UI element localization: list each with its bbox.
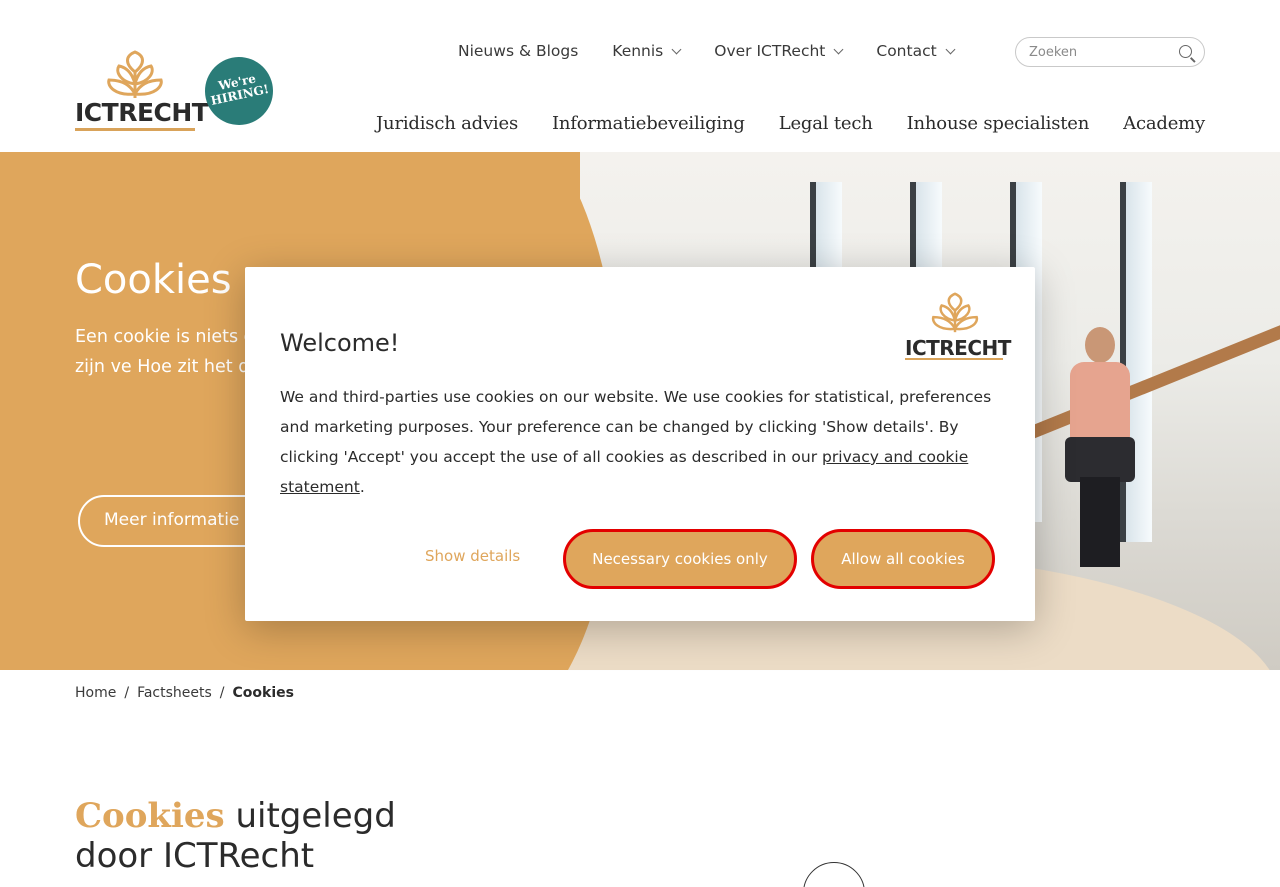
ictrecht-logo[interactable]: ICTRECHT xyxy=(75,50,209,134)
person-skirt xyxy=(1065,437,1135,482)
logo-underline xyxy=(75,128,195,131)
search-icon[interactable] xyxy=(1179,45,1192,58)
tree-logo-icon xyxy=(107,50,163,98)
person-figure xyxy=(1050,322,1150,572)
chevron-down-icon xyxy=(945,44,956,54)
breadcrumb-home[interactable]: Home xyxy=(75,685,116,701)
chevron-down-icon xyxy=(671,44,682,54)
breadcrumb: Home / Factsheets / Cookies xyxy=(75,685,294,701)
tree-logo-icon xyxy=(931,292,979,333)
topnav-item-over[interactable]: Over ICTRecht xyxy=(714,42,844,60)
person-torso xyxy=(1070,362,1130,442)
topnav-item-nieuws[interactable]: Nieuws & Blogs xyxy=(458,42,578,60)
chevron-down-icon xyxy=(833,44,844,54)
page-title: Cookies uitgelegd door ICTRecht xyxy=(75,796,396,876)
dialog-logo: ICTRECHT xyxy=(905,292,1011,362)
logo-text: ICTRECHT xyxy=(75,98,209,127)
breadcrumb-separator: / xyxy=(219,685,225,701)
dialog-body-suffix: . xyxy=(359,478,365,496)
cookie-consent-dialog: Welcome! ICTRECHT We and third-parties u… xyxy=(245,267,1035,621)
topnav-label: Kennis xyxy=(612,42,664,60)
dialog-logo-text: ICTRECHT xyxy=(905,336,1011,360)
breadcrumb-current: Cookies xyxy=(232,685,294,701)
mainnav-item-juridisch[interactable]: Juridisch advies xyxy=(376,113,518,134)
necessary-cookies-button[interactable]: Necessary cookies only xyxy=(563,529,797,589)
search-input[interactable] xyxy=(1029,38,1179,66)
person-head xyxy=(1085,327,1115,363)
topnav-item-kennis[interactable]: Kennis xyxy=(612,42,682,60)
decorative-circle xyxy=(803,862,865,887)
page-title-rest-1: uitgelegd xyxy=(235,796,396,836)
breadcrumb-separator: / xyxy=(124,685,130,701)
topnav-label: Nieuws & Blogs xyxy=(458,42,579,60)
show-details-link[interactable]: Show details xyxy=(425,547,520,565)
top-navigation: Nieuws & Blogs Kennis Over ICTRecht Cont… xyxy=(458,42,956,60)
hero-title: Cookies xyxy=(75,257,232,303)
page-title-rest-2: door ICTRecht xyxy=(75,836,315,876)
site-header: ICTRECHT We're HIRING! Nieuws & Blogs Ke… xyxy=(0,0,1280,152)
allow-all-cookies-button[interactable]: Allow all cookies xyxy=(811,529,995,589)
breadcrumb-factsheets[interactable]: Factsheets xyxy=(137,685,212,701)
mainnav-item-informatiebeveiliging[interactable]: Informatiebeveiliging xyxy=(552,113,745,134)
mainnav-item-legal-tech[interactable]: Legal tech xyxy=(779,113,873,134)
topnav-label: Over ICTRecht xyxy=(714,42,826,60)
person-legs xyxy=(1080,477,1120,567)
mainnav-item-inhouse[interactable]: Inhouse specialisten xyxy=(907,113,1090,134)
search-box xyxy=(1015,37,1205,67)
dialog-body: We and third-parties use cookies on our … xyxy=(280,382,1000,502)
main-navigation: Juridisch advies Informatiebeveiliging L… xyxy=(376,113,1205,134)
mainnav-item-academy[interactable]: Academy xyxy=(1123,113,1205,134)
dialog-title: Welcome! xyxy=(280,329,400,357)
topnav-label: Contact xyxy=(876,42,937,60)
page-title-accent: Cookies xyxy=(75,796,225,836)
dialog-logo-underline xyxy=(905,358,1003,360)
hiring-badge[interactable]: We're HIRING! xyxy=(198,50,280,132)
topnav-item-contact[interactable]: Contact xyxy=(876,42,956,60)
